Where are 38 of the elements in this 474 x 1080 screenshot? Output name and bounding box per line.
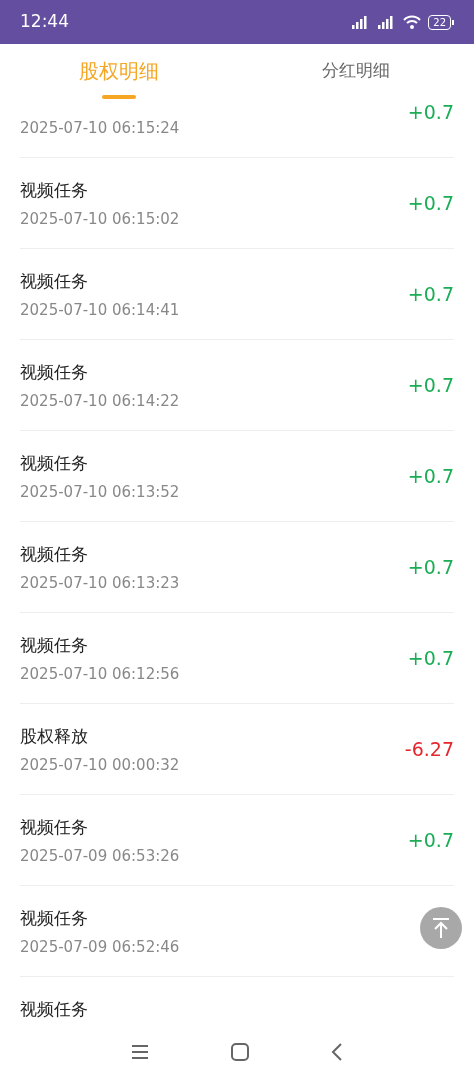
record-title: 视频任务	[20, 906, 89, 930]
record-title: 视频任务	[20, 997, 88, 1021]
record-title: 视频任务	[20, 633, 89, 657]
record-amount: +0.7	[407, 372, 454, 398]
menu-icon[interactable]	[131, 1044, 149, 1060]
record-title: 视频任务	[20, 815, 89, 839]
record-date: 2025-07-09 06:52:46	[20, 936, 180, 957]
record-title: 视频任务	[20, 269, 89, 293]
record-amount: +0.7	[407, 463, 454, 489]
record-title: 视频任务	[20, 542, 89, 566]
tab-indicator	[102, 95, 136, 99]
record-amount: +0.7	[407, 554, 454, 580]
record-date: 2025-07-10 06:15:02	[20, 208, 180, 229]
record-date: 2025-07-10 06:12:56	[20, 663, 180, 684]
record-date: 2025-07-09 06:53:26	[20, 845, 180, 866]
record-date: 2025-07-10 06:14:41	[20, 299, 180, 320]
record-amount: +0.7	[407, 99, 454, 125]
battery-icon: 22	[428, 14, 454, 30]
record-title: 视频任务	[20, 360, 89, 384]
record-amount: -6.27	[404, 736, 454, 762]
record-date: 2025-07-10 06:13:52	[20, 481, 180, 502]
tab[interactable]: 分红明细	[237, 44, 474, 98]
status-time: 12:44	[20, 10, 69, 34]
wifi-icon	[402, 14, 423, 30]
record-date: 2025-07-10 06:15:24	[20, 117, 180, 138]
record-amount: +0.7	[407, 190, 454, 216]
record-date: 2025-07-10 06:14:22	[20, 390, 180, 411]
record-amount: +0.7	[407, 645, 454, 671]
record-amount: +0.7	[407, 281, 454, 307]
arrow-up-icon	[431, 917, 451, 939]
home-icon[interactable]	[231, 1043, 249, 1061]
record-amount: +0.7	[407, 827, 454, 853]
record-title: 视频任务	[20, 451, 89, 475]
record-title: 股权释放	[20, 724, 89, 748]
record-title: 视频任务	[20, 178, 89, 202]
record-date: 2025-07-10 06:13:23	[20, 572, 180, 593]
record-date: 2025-07-10 00:00:32	[20, 754, 180, 775]
back-icon[interactable]	[331, 1043, 343, 1061]
